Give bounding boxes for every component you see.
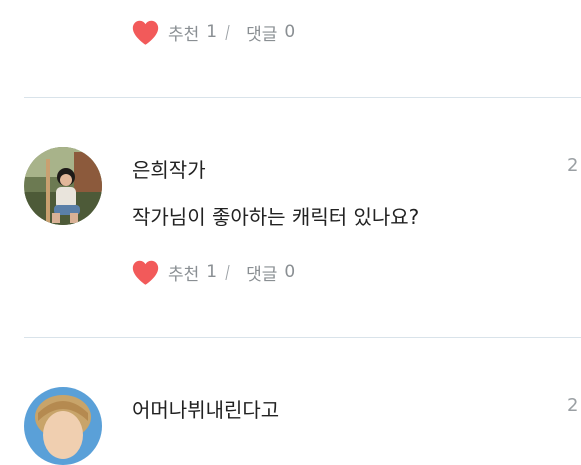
reply-count: 0: [284, 262, 296, 282]
heart-icon[interactable]: [131, 19, 160, 46]
comment-time: 2: [567, 395, 579, 416]
divider-bar: [225, 264, 230, 280]
avatar-photo: [24, 147, 102, 225]
reply-count: 0: [284, 22, 296, 42]
comment-divider: [24, 97, 581, 98]
avatar[interactable]: [24, 147, 102, 225]
comment-actions: 추천 1 댓글 0: [131, 257, 295, 287]
comment-actions: 추천 1 댓글 0: [131, 17, 295, 47]
comment-author[interactable]: 은희작가: [132, 154, 206, 183]
reply-label[interactable]: 댓글: [246, 20, 277, 45]
recommend-label[interactable]: 추천: [168, 260, 199, 285]
comment-author[interactable]: 어머나뷔내린다고: [132, 394, 279, 423]
recommend-count: 1: [206, 22, 218, 42]
comment-divider: [24, 337, 581, 338]
recommend-label[interactable]: 추천: [168, 20, 199, 45]
comment-time: 2: [567, 155, 579, 176]
heart-icon[interactable]: [131, 259, 160, 286]
comment-text: 작가님이 좋아하는 캐릭터 있나요?: [132, 205, 420, 229]
avatar-photo: [24, 387, 102, 465]
reply-label[interactable]: 댓글: [246, 260, 277, 285]
avatar[interactable]: [24, 387, 102, 465]
recommend-count: 1: [206, 262, 218, 282]
divider-bar: [225, 24, 230, 40]
